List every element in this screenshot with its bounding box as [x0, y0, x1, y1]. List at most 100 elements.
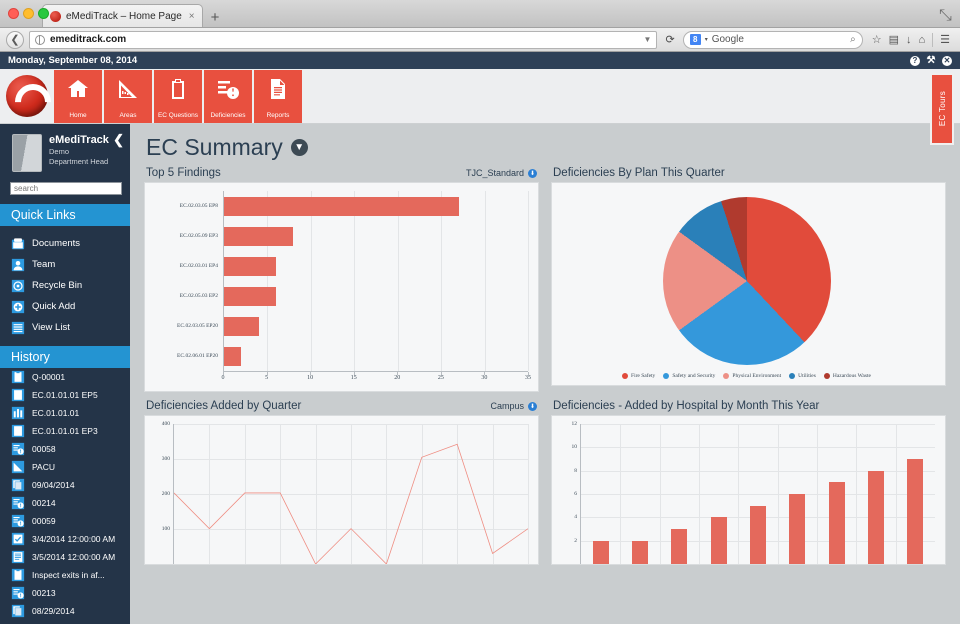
- nav-item-home[interactable]: Home: [54, 69, 102, 123]
- bar[interactable]: [867, 470, 884, 564]
- category-label: EC.02.06.01 EP20: [177, 353, 218, 359]
- panel-filter[interactable]: Campus ⬇: [490, 401, 537, 411]
- history-item[interactable]: 09/04/2014: [0, 476, 130, 494]
- nav-item-ec-questions[interactable]: EC Questions: [154, 69, 202, 123]
- chevron-down-icon[interactable]: ▼: [644, 35, 652, 44]
- history-item-label: Inspect exits in af...: [32, 570, 105, 580]
- clipboard-icon: [11, 568, 25, 582]
- panel-filter[interactable]: TJC_Standard ⬇: [466, 168, 537, 178]
- bar[interactable]: [631, 540, 648, 564]
- panel-header: Deficiencies - Added by Hospital by Mont…: [551, 400, 946, 415]
- legend-item[interactable]: Physical Environment: [723, 373, 781, 379]
- bar-row[interactable]: [224, 281, 528, 311]
- filter-icon[interactable]: ⬇: [528, 401, 537, 411]
- y-tick-label: 8: [574, 467, 577, 474]
- history-item[interactable]: 00058: [0, 440, 130, 458]
- quick-link-quick-add[interactable]: Quick Add: [0, 296, 130, 317]
- history-list: Q-00001 EC.01.01.01 EP5 EC.01.01.01 EC.01.0…: [0, 368, 130, 620]
- history-item[interactable]: EC.01.01.01 EP5: [0, 386, 130, 404]
- bar[interactable]: [671, 529, 688, 564]
- pocket-icon[interactable]: ▤: [889, 33, 899, 46]
- fullscreen-icon[interactable]: ⤡: [939, 7, 952, 24]
- new-tab-button[interactable]: +: [203, 10, 228, 27]
- window-controls[interactable]: [8, 8, 49, 19]
- sidebar-search-input[interactable]: [10, 182, 122, 195]
- history-item[interactable]: EC.01.01.01 EP3: [0, 422, 130, 440]
- legend-swatch: [723, 373, 730, 379]
- xy-area: 100 200 300 400: [151, 421, 529, 564]
- bar[interactable]: [224, 226, 294, 246]
- help-icon[interactable]: ?: [910, 55, 920, 66]
- history-item[interactable]: 00059: [0, 512, 130, 530]
- bar[interactable]: [789, 494, 806, 564]
- divider: [932, 32, 934, 47]
- legend-item[interactable]: Hazardous Waste: [823, 373, 871, 379]
- category-label: EC.02.03.01 EP4: [179, 263, 218, 269]
- bar[interactable]: [749, 505, 766, 564]
- legend-item[interactable]: Utilities: [789, 373, 816, 379]
- history-item[interactable]: Q-00001: [0, 368, 130, 386]
- close-window-button[interactable]: [8, 8, 19, 19]
- bar-row[interactable]: [224, 221, 528, 251]
- history-item[interactable]: PACU: [0, 458, 130, 476]
- current-date: Monday, September 08, 2014: [8, 55, 138, 66]
- quick-link-documents[interactable]: Documents: [0, 233, 130, 254]
- bar-row[interactable]: [224, 191, 528, 221]
- quick-link-recycle-bin[interactable]: Recycle Bin: [0, 275, 130, 296]
- bar-row[interactable]: [224, 311, 528, 341]
- y-tick-label: 200: [161, 491, 170, 497]
- history-item[interactable]: Inspect exits in af...: [0, 566, 130, 584]
- back-button[interactable]: ❮: [6, 30, 24, 49]
- y-tick-label: 12: [571, 421, 578, 427]
- bar[interactable]: [224, 286, 277, 306]
- search-icon[interactable]: ⌕: [850, 34, 856, 45]
- bar[interactable]: [224, 256, 277, 276]
- address-bar[interactable]: emeditrack.com ▼: [29, 30, 658, 49]
- plus-circle-icon: [11, 300, 25, 314]
- chevron-down-icon[interactable]: ▼: [290, 139, 308, 156]
- minimize-window-button[interactable]: [23, 8, 34, 19]
- close-icon[interactable]: ×: [189, 11, 195, 22]
- browser-tab[interactable]: eMediTrack – Home Page ×: [42, 4, 203, 27]
- nav-item-reports[interactable]: Reports: [254, 69, 302, 123]
- history-item[interactable]: 00214: [0, 494, 130, 512]
- bar-row[interactable]: [224, 341, 528, 371]
- bookmark-icon[interactable]: ☆: [872, 33, 882, 46]
- history-item[interactable]: EC.01.01.01: [0, 404, 130, 422]
- nav-item-areas[interactable]: Areas: [104, 69, 152, 123]
- history-item[interactable]: 00213: [0, 584, 130, 602]
- bar[interactable]: [710, 517, 727, 564]
- legend-swatch: [622, 373, 629, 379]
- filter-icon[interactable]: ⬇: [528, 168, 537, 178]
- quick-link-team[interactable]: Team: [0, 254, 130, 275]
- history-item[interactable]: 08/29/2014: [0, 602, 130, 620]
- bar[interactable]: [224, 316, 259, 336]
- search-input[interactable]: 8 ▾ Google ⌕: [682, 30, 863, 49]
- bar-row[interactable]: [224, 251, 528, 281]
- legend-item[interactable]: Fire Safety: [622, 373, 655, 379]
- panel-title: Top 5 Findings: [146, 167, 221, 179]
- close-icon[interactable]: ✕: [942, 55, 952, 66]
- bar[interactable]: [224, 196, 459, 216]
- menu-icon[interactable]: ☰: [940, 33, 950, 46]
- bar[interactable]: [907, 459, 924, 564]
- maximize-window-button[interactable]: [38, 8, 49, 19]
- tools-icon[interactable]: ⚒: [926, 55, 936, 66]
- bar[interactable]: [828, 482, 845, 564]
- reload-icon[interactable]: ⟳: [662, 33, 677, 46]
- chevron-down-icon[interactable]: ▾: [705, 36, 708, 43]
- download-icon[interactable]: ↓: [906, 34, 912, 46]
- legend-item[interactable]: Safety and Security: [663, 373, 715, 379]
- home-icon[interactable]: ⌂: [918, 34, 925, 46]
- history-item-label: 3/5/2014 12:00:00 AM: [32, 552, 116, 562]
- bar[interactable]: [224, 346, 242, 366]
- tab-title: eMediTrack – Home Page: [66, 10, 182, 22]
- quick-link-view-list[interactable]: View List: [0, 317, 130, 338]
- history-item[interactable]: 3/4/2014 12:00:00 AM: [0, 530, 130, 548]
- history-item[interactable]: 3/5/2014 12:00:00 AM: [0, 548, 130, 566]
- collapse-sidebar-icon[interactable]: ❮: [113, 132, 124, 148]
- quick-link-label: Recycle Bin: [32, 280, 83, 291]
- bar[interactable]: [592, 540, 609, 564]
- browser-titlebar: eMediTrack – Home Page × + ⤡: [0, 0, 960, 28]
- nav-item-deficiencies[interactable]: Deficiencies: [204, 69, 252, 123]
